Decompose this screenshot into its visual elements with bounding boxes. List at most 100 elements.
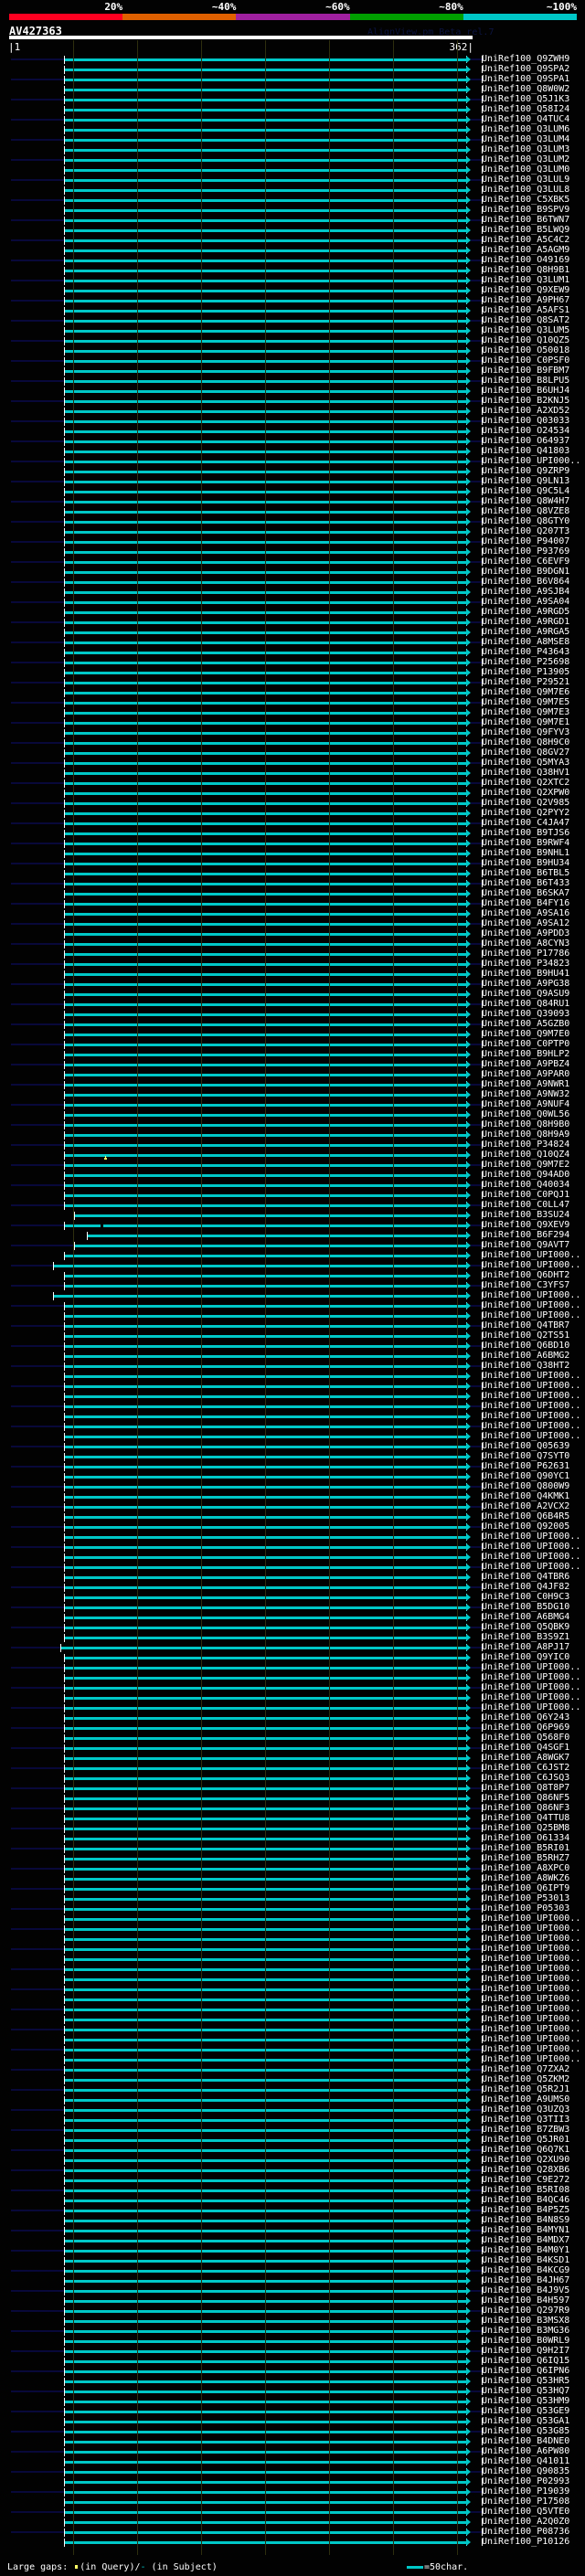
hit-label[interactable]: UniRef100_C6JSQ3 — [482, 1773, 569, 1783]
hit-label[interactable]: UniRef100_B5LWQ9 — [482, 225, 569, 235]
hit-label[interactable]: UniRef100_Q6B4R5 — [482, 1511, 569, 1521]
hit-label[interactable]: UniRef100_Q53HM9 — [482, 2396, 569, 2406]
hit-label[interactable]: UniRef100_P53013 — [482, 1893, 569, 1903]
hit-label[interactable]: UniRef100_P17786 — [482, 949, 569, 959]
hit-label[interactable]: UniRef100_UPI000.. — [482, 1924, 580, 1934]
hit-label[interactable]: UniRef100_Q4TBR7 — [482, 1320, 569, 1330]
hit-label[interactable]: UniRef100_B9NHL1 — [482, 848, 569, 858]
hit-label[interactable]: UniRef100_UPI000.. — [482, 1401, 580, 1411]
hit-label[interactable]: UniRef100_A6BMG2 — [482, 1351, 569, 1361]
hit-label[interactable]: UniRef100_Q2XTC2 — [482, 778, 569, 788]
hit-label[interactable]: UniRef100_B6TWN7 — [482, 215, 569, 225]
hit-label[interactable]: UniRef100_B2KNJ5 — [482, 396, 569, 406]
hit-label[interactable]: UniRef100_Q3LUM6 — [482, 124, 569, 134]
hit-label[interactable]: UniRef100_C0PTP0 — [482, 1039, 569, 1049]
hit-label[interactable]: UniRef100_A9PH67 — [482, 295, 569, 305]
hit-label[interactable]: UniRef100_C9E272 — [482, 2175, 569, 2185]
hit-label[interactable]: UniRef100_P43643 — [482, 647, 569, 657]
hit-label[interactable]: UniRef100_Q6IPT9 — [482, 1883, 569, 1893]
hit-label[interactable]: UniRef100_Q7ZXA2 — [482, 2064, 569, 2074]
hit-label[interactable]: UniRef100_A9SA12 — [482, 918, 569, 928]
hit-label[interactable]: UniRef100_B3MG36 — [482, 2326, 569, 2336]
hit-label[interactable]: UniRef100_B4M0Y1 — [482, 2245, 569, 2255]
hit-label[interactable]: UniRef100_Q9FYV3 — [482, 727, 569, 737]
hit-label[interactable]: UniRef100_UPI000.. — [482, 1913, 580, 1924]
hit-label[interactable]: UniRef100_Q5QBK9 — [482, 1622, 569, 1632]
hit-label[interactable]: UniRef100_C0H9C3 — [482, 1592, 569, 1602]
hit-label[interactable]: UniRef100_A5AGM9 — [482, 245, 569, 255]
hit-label[interactable]: UniRef100_UPI000.. — [482, 1974, 580, 1984]
hit-label[interactable]: UniRef100_Q3TII3 — [482, 2115, 569, 2125]
hit-label[interactable]: UniRef100_Q05639 — [482, 1441, 569, 1451]
hit-label[interactable]: UniRef100_Q9YIC0 — [482, 1652, 569, 1662]
hit-label[interactable]: UniRef100_B5RHZ7 — [482, 1853, 569, 1863]
hit-label[interactable]: UniRef100_A9UMS0 — [482, 2094, 569, 2104]
hit-label[interactable]: UniRef100_B4H597 — [482, 2295, 569, 2306]
hit-label[interactable]: UniRef100_UPI000.. — [482, 2034, 580, 2044]
hit-label[interactable]: UniRef100_UPI000.. — [482, 456, 580, 466]
hit-label[interactable]: UniRef100_Q5JR01 — [482, 2135, 569, 2145]
hit-label[interactable]: UniRef100_A9NW32 — [482, 1089, 569, 1099]
hit-label[interactable]: UniRef100_UPI000.. — [482, 2024, 580, 2034]
hit-label[interactable]: UniRef100_Q41803 — [482, 446, 569, 456]
hit-label[interactable]: UniRef100_Q9M7E5 — [482, 697, 569, 707]
hit-label[interactable]: UniRef100_B9SPV9 — [482, 205, 569, 215]
hit-label[interactable]: UniRef100_Q9LN13 — [482, 476, 569, 486]
hit-label[interactable]: UniRef100_C5XBK5 — [482, 195, 569, 205]
hit-label[interactable]: UniRef100_Q5MYA3 — [482, 758, 569, 768]
hit-label[interactable]: UniRef100_Q6Q7K1 — [482, 2145, 569, 2155]
hit-label[interactable]: UniRef100_Q9M7E1 — [482, 717, 569, 727]
hit-label[interactable]: UniRef100_Q9ZRP9 — [482, 466, 569, 476]
hit-label[interactable]: UniRef100_O61334 — [482, 1833, 569, 1843]
hit-label[interactable]: UniRef100_UPI000.. — [482, 1411, 580, 1421]
hit-label[interactable]: UniRef100_Q41011 — [482, 2456, 569, 2466]
hit-label[interactable]: UniRef100_P13905 — [482, 667, 569, 677]
hit-label[interactable]: UniRef100_Q2TS51 — [482, 1330, 569, 1341]
hit-label[interactable]: UniRef100_B6SKA7 — [482, 888, 569, 898]
hit-label[interactable]: UniRef100_UPI000.. — [482, 2054, 580, 2064]
hit-label[interactable]: UniRef100_A9PDD3 — [482, 928, 569, 938]
hit-label[interactable]: UniRef100_Q9ZWH9 — [482, 54, 569, 64]
hit-label[interactable]: UniRef100_O64937 — [482, 436, 569, 446]
hit-label[interactable]: UniRef100_B6TBL5 — [482, 868, 569, 878]
hit-label[interactable]: UniRef100_B4J9V5 — [482, 2285, 569, 2295]
hit-label[interactable]: UniRef100_UPI000.. — [482, 1964, 580, 1974]
hit-label[interactable]: UniRef100_B4JH67 — [482, 2275, 569, 2285]
hit-label[interactable]: UniRef100_A2VCX2 — [482, 1501, 569, 1511]
hit-label[interactable]: UniRef100_Q3UZQ3 — [482, 2104, 569, 2115]
hit-label[interactable]: UniRef100_UPI000.. — [482, 1381, 580, 1391]
hit-label[interactable]: UniRef100_Q5R2J1 — [482, 2084, 569, 2094]
hit-label[interactable]: UniRef100_P94007 — [482, 536, 569, 546]
hit-label[interactable]: UniRef100_B4FY16 — [482, 898, 569, 908]
hit-label[interactable]: UniRef100_Q53GE9 — [482, 2406, 569, 2416]
hit-label[interactable]: UniRef100_C6JST2 — [482, 1763, 569, 1773]
hit-label[interactable]: UniRef100_P34823 — [482, 959, 569, 969]
hit-label[interactable]: UniRef100_Q9M7E3 — [482, 707, 569, 717]
hit-label[interactable]: UniRef100_B0WRL9 — [482, 2336, 569, 2346]
hit-label[interactable]: UniRef100_UPI000.. — [482, 1994, 580, 2004]
hit-label[interactable]: UniRef100_Q53HR5 — [482, 2376, 569, 2386]
hit-label[interactable]: UniRef100_B4MDX7 — [482, 2235, 569, 2245]
hit-label[interactable]: UniRef100_A9SA16 — [482, 908, 569, 918]
hit-label[interactable]: UniRef100_A5AFS1 — [482, 305, 569, 315]
hit-label[interactable]: UniRef100_A2XD52 — [482, 406, 569, 416]
hit-label[interactable]: UniRef100_Q84RU1 — [482, 999, 569, 1009]
hit-label[interactable]: UniRef100_B9HLP2 — [482, 1049, 569, 1059]
hit-label[interactable]: UniRef100_B9HU34 — [482, 858, 569, 868]
hit-label[interactable]: UniRef100_UPI000.. — [482, 2004, 580, 2014]
hit-label[interactable]: UniRef100_C6EVF9 — [482, 557, 569, 567]
hit-label[interactable]: UniRef100_B9DGN1 — [482, 567, 569, 577]
hit-label[interactable]: UniRef100_Q3LUL8 — [482, 185, 569, 195]
hit-label[interactable]: UniRef100_B7ZBW3 — [482, 2125, 569, 2135]
hit-label[interactable]: UniRef100_Q9SPA1 — [482, 74, 569, 84]
hit-label[interactable]: UniRef100_Q53HQ7 — [482, 2386, 569, 2396]
hit-label[interactable]: UniRef100_Q9SPA2 — [482, 64, 569, 74]
hit-label[interactable]: UniRef100_Q3LUL9 — [482, 175, 569, 185]
hit-label[interactable]: UniRef100_Q9XEW9 — [482, 285, 569, 295]
hit-label[interactable]: UniRef100_P08736 — [482, 2527, 569, 2537]
hit-label[interactable]: UniRef100_UPI000.. — [482, 2014, 580, 2024]
hit-label[interactable]: UniRef100_P62631 — [482, 1461, 569, 1471]
hit-label[interactable]: UniRef100_A9SJB4 — [482, 587, 569, 597]
hit-label[interactable]: UniRef100_Q53G85 — [482, 2426, 569, 2436]
hit-label[interactable]: UniRef100_Q6Y243 — [482, 1712, 569, 1723]
